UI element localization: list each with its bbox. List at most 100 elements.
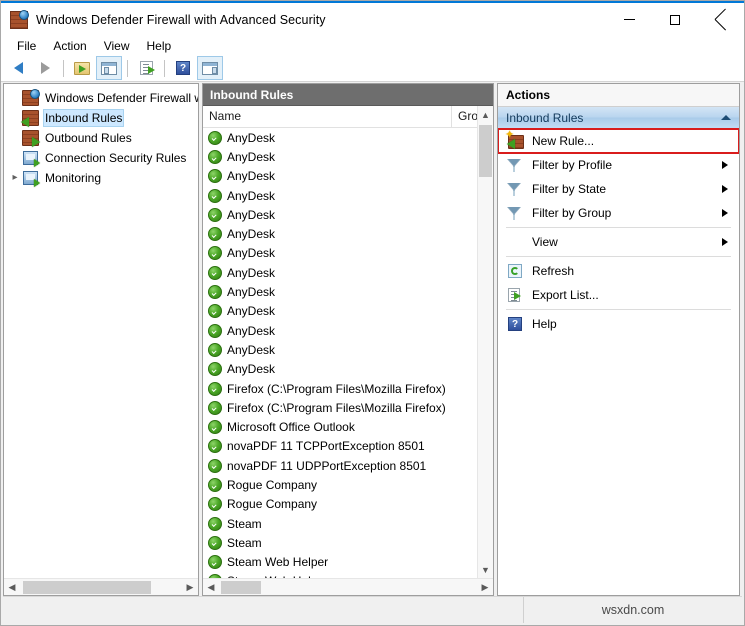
rule-name: Steam bbox=[227, 516, 262, 531]
rule-name: Firefox (C:\Program Files\Mozilla Firefo… bbox=[227, 400, 446, 415]
table-row[interactable]: AnyDesk bbox=[203, 282, 477, 301]
action-label: New Rule... bbox=[532, 134, 595, 148]
allow-rule-icon bbox=[208, 285, 222, 300]
allow-rule-icon bbox=[208, 265, 222, 280]
menu-action[interactable]: Action bbox=[45, 37, 95, 55]
table-row[interactable]: AnyDesk bbox=[203, 244, 477, 263]
help-toolbar-button[interactable]: ? bbox=[170, 56, 196, 80]
list-horizontal-scrollbar[interactable]: ◀ ▶ bbox=[203, 578, 493, 595]
rule-name: AnyDesk bbox=[227, 342, 276, 357]
list-column-header: Name Gro bbox=[203, 106, 493, 128]
rule-name: AnyDesk bbox=[227, 149, 276, 164]
back-button[interactable] bbox=[5, 56, 31, 80]
refresh-action[interactable]: Refresh bbox=[498, 259, 739, 283]
allow-rule-icon bbox=[208, 188, 222, 203]
rule-name: AnyDesk bbox=[227, 362, 276, 377]
table-row[interactable]: AnyDesk bbox=[203, 360, 477, 379]
monitoring-icon bbox=[22, 170, 40, 187]
table-row[interactable]: AnyDesk bbox=[203, 186, 477, 205]
table-row[interactable]: AnyDesk bbox=[203, 224, 477, 243]
table-row[interactable]: Firefox (C:\Program Files\Mozilla Firefo… bbox=[203, 398, 477, 417]
actions-separator-1 bbox=[506, 227, 731, 228]
menu-help[interactable]: Help bbox=[139, 37, 181, 55]
table-row[interactable]: Steam bbox=[203, 514, 477, 533]
table-row[interactable]: Steam Web Helper bbox=[203, 553, 477, 572]
rule-name: Steam bbox=[227, 535, 262, 550]
show-hide-console-tree-button[interactable] bbox=[96, 56, 122, 80]
chevron-right-icon[interactable]: ▸ bbox=[8, 168, 22, 188]
list-vertical-scrollbar[interactable]: ▲ ▼ bbox=[477, 106, 493, 578]
allow-rule-icon bbox=[208, 207, 222, 222]
scroll-right-icon[interactable]: ▶ bbox=[477, 579, 493, 595]
sidebar-item-monitoring[interactable]: ▸ Monitoring bbox=[4, 168, 198, 188]
new-rule-action[interactable]: ✦ New Rule... bbox=[498, 128, 739, 154]
column-header-group[interactable]: Gro bbox=[452, 106, 479, 127]
rule-name: novaPDF 11 TCPPortException 8501 bbox=[227, 439, 425, 454]
rule-name: Microsoft Office Outlook bbox=[227, 420, 355, 435]
view-action[interactable]: View bbox=[498, 230, 739, 254]
scroll-down-icon[interactable]: ▼ bbox=[478, 561, 493, 578]
sidebar-item-connection-security-rules[interactable]: Connection Security Rules bbox=[4, 148, 198, 168]
table-row[interactable]: AnyDesk bbox=[203, 302, 477, 321]
table-row[interactable]: Rogue Company bbox=[203, 475, 477, 494]
action-label: Filter by Profile bbox=[532, 158, 613, 172]
table-row[interactable]: AnyDesk bbox=[203, 321, 477, 340]
chevron-up-icon[interactable] bbox=[721, 115, 731, 120]
table-row[interactable]: AnyDesk bbox=[203, 167, 477, 186]
table-row[interactable]: Firefox (C:\Program Files\Mozilla Firefo… bbox=[203, 379, 477, 398]
minimize-button[interactable] bbox=[606, 3, 652, 36]
scroll-right-icon[interactable]: ▶ bbox=[182, 579, 198, 595]
sidebar-item-label: Monitoring bbox=[45, 171, 102, 185]
actions-group-inbound-rules[interactable]: Inbound Rules bbox=[498, 107, 739, 129]
scroll-left-icon[interactable]: ◀ bbox=[4, 579, 20, 595]
table-row[interactable]: AnyDesk bbox=[203, 128, 477, 147]
table-row[interactable]: AnyDesk bbox=[203, 205, 477, 224]
table-row[interactable]: Steam bbox=[203, 533, 477, 552]
sidebar-item-inbound-rules[interactable]: Inbound Rules bbox=[4, 108, 198, 128]
maximize-button[interactable] bbox=[652, 3, 698, 36]
table-row[interactable]: AnyDesk bbox=[203, 263, 477, 282]
help-action[interactable]: ? Help bbox=[498, 312, 739, 336]
scroll-left-icon[interactable]: ◀ bbox=[203, 579, 219, 595]
list-hscroll-thumb[interactable] bbox=[221, 581, 261, 594]
tree-root-node[interactable]: Windows Defender Firewall with bbox=[4, 88, 198, 108]
table-row[interactable]: AnyDesk bbox=[203, 147, 477, 166]
table-row[interactable]: novaPDF 11 UDPPortException 8501 bbox=[203, 456, 477, 475]
inbound-rules-icon bbox=[21, 110, 39, 127]
table-row[interactable]: novaPDF 11 TCPPortException 8501 bbox=[203, 437, 477, 456]
sidebar-item-outbound-rules[interactable]: Outbound Rules bbox=[4, 128, 198, 148]
list-vscroll-thumb[interactable] bbox=[479, 125, 492, 177]
rules-list[interactable]: AnyDesk AnyDesk AnyDesk AnyDesk AnyDesk … bbox=[203, 128, 477, 578]
chevron-right-icon bbox=[722, 161, 728, 169]
forward-icon bbox=[40, 62, 50, 74]
menu-file[interactable]: File bbox=[9, 37, 45, 55]
menu-view[interactable]: View bbox=[96, 37, 139, 55]
allow-rule-icon bbox=[208, 227, 222, 242]
close-icon bbox=[715, 14, 727, 26]
allow-rule-icon bbox=[208, 362, 222, 377]
scroll-up-icon[interactable]: ▲ bbox=[478, 106, 493, 123]
forward-button[interactable] bbox=[32, 56, 58, 80]
table-row[interactable]: Rogue Company bbox=[203, 495, 477, 514]
up-one-level-button[interactable] bbox=[69, 56, 95, 80]
column-header-name[interactable]: Name bbox=[203, 106, 452, 127]
close-button[interactable] bbox=[698, 3, 744, 36]
filter-by-state-action[interactable]: Filter by State bbox=[498, 177, 739, 201]
export-list-action[interactable]: Export List... bbox=[498, 283, 739, 307]
tree-horizontal-scrollbar[interactable]: ◀ ▶ bbox=[4, 578, 198, 595]
export-list-icon bbox=[506, 287, 524, 303]
filter-by-group-action[interactable]: Filter by Group bbox=[498, 201, 739, 225]
show-hide-action-pane-button[interactable] bbox=[197, 56, 223, 80]
export-list-button[interactable] bbox=[133, 56, 159, 80]
filter-icon bbox=[506, 205, 524, 221]
rule-name: AnyDesk bbox=[227, 130, 276, 145]
table-row[interactable]: AnyDesk bbox=[203, 340, 477, 359]
filter-by-profile-action[interactable]: Filter by Profile bbox=[498, 153, 739, 177]
title-bar: Windows Defender Firewall with Advanced … bbox=[1, 3, 744, 36]
console-tree-pane: Windows Defender Firewall with Inbound R… bbox=[3, 83, 199, 596]
filter-icon bbox=[506, 181, 524, 197]
help-icon: ? bbox=[176, 61, 190, 75]
table-row[interactable]: Microsoft Office Outlook bbox=[203, 417, 477, 436]
tree-hscroll-thumb[interactable] bbox=[23, 581, 151, 594]
sidebar-item-label: Outbound Rules bbox=[45, 131, 132, 145]
